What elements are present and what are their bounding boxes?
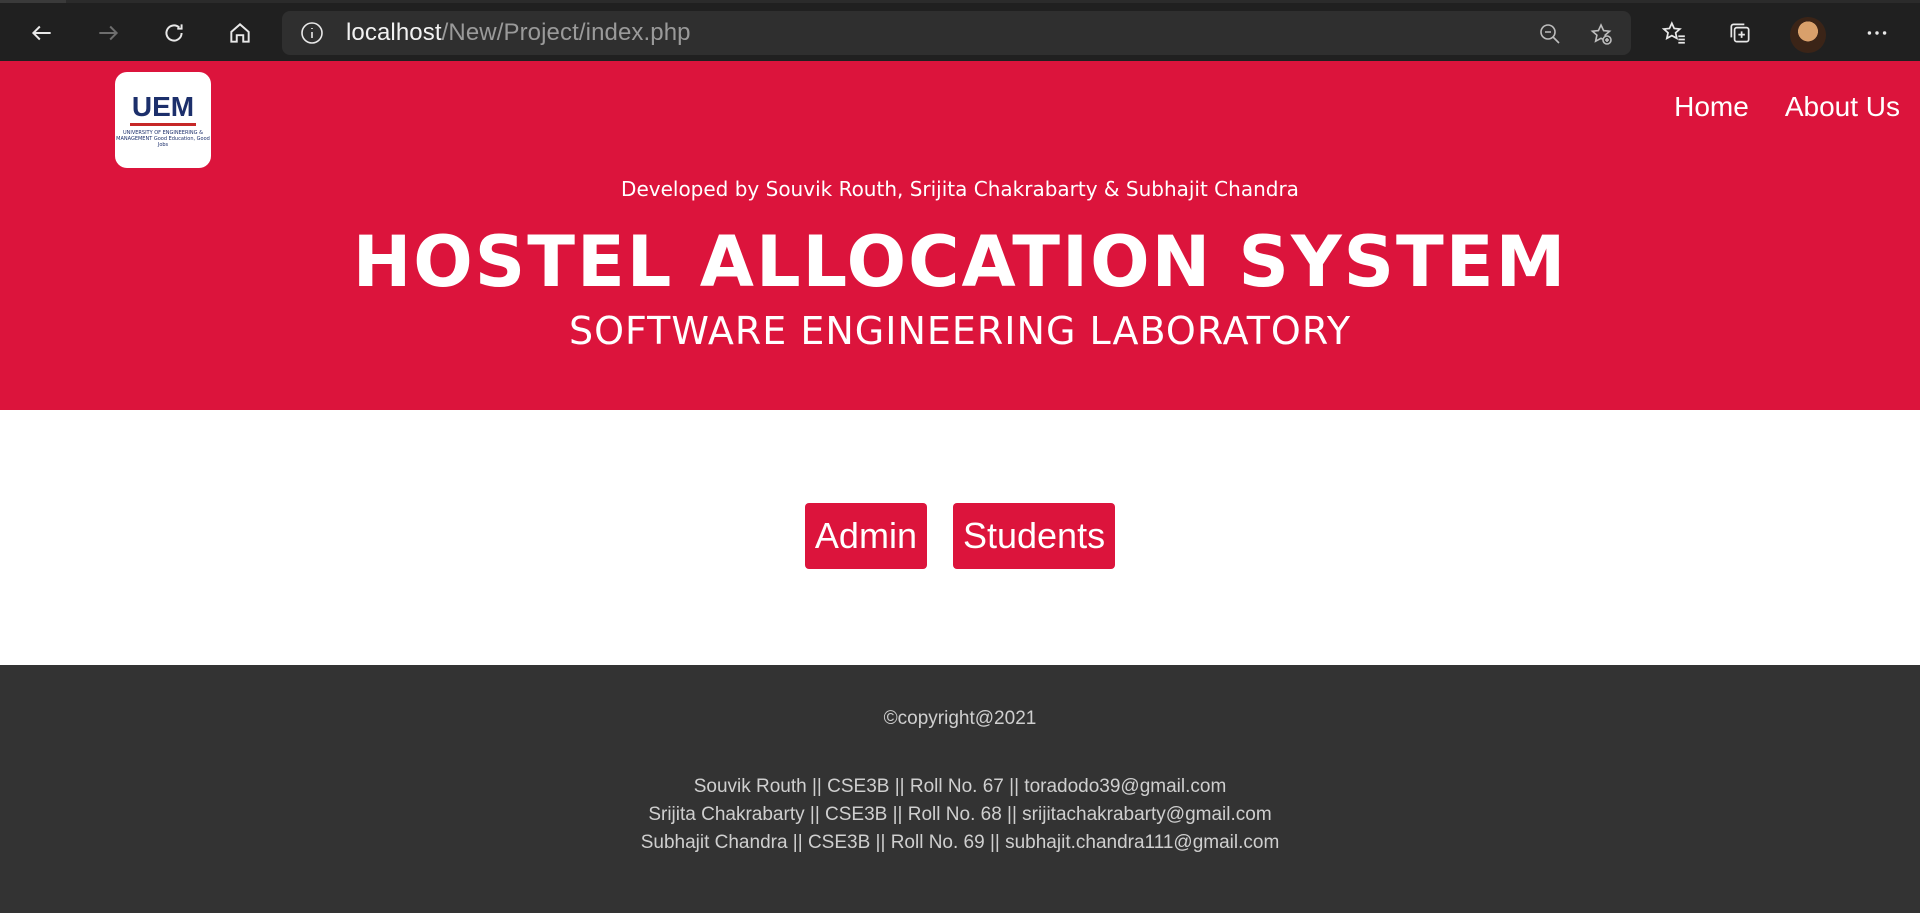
ellipsis-icon: [1867, 31, 1887, 35]
copyright-text: ©copyright@2021: [883, 708, 1037, 729]
add-favorite-icon[interactable]: [1588, 21, 1614, 47]
site-header: UEM UNIVERSITY OF ENGINEERING & MANAGEME…: [0, 61, 1920, 410]
collections-icon: [1730, 23, 1750, 43]
zoom-out-icon[interactable]: [1537, 21, 1563, 47]
arrow-right-icon: [99, 25, 119, 41]
uem-logo: UEM UNIVERSITY OF ENGINEERING & MANAGEME…: [115, 72, 211, 168]
arrow-left-icon: [31, 25, 51, 41]
main-content: Admin Students: [0, 410, 1920, 665]
back-button[interactable]: [22, 13, 62, 53]
developed-by-text: Developed by Souvik Routh, Srijita Chakr…: [621, 177, 1299, 201]
credit-line: Srijita Chakrabarty || CSE3B || Roll No.…: [648, 804, 1272, 825]
nav-about-link[interactable]: About Us: [1785, 91, 1900, 123]
site-info-icon[interactable]: [300, 21, 324, 45]
reload-button[interactable]: [154, 13, 194, 53]
nav-home-link[interactable]: Home: [1674, 91, 1749, 123]
logo-subtext: UNIVERSITY OF ENGINEERING & MANAGEMENT G…: [116, 129, 210, 148]
profile-avatar[interactable]: [1790, 17, 1826, 53]
refresh-icon: [165, 24, 183, 42]
favorites-star-icon: [1661, 21, 1685, 44]
site-footer: ©copyright@2021 Souvik Routh || CSE3B ||…: [0, 665, 1920, 913]
page-subtitle: SOFTWARE ENGINEERING LABORATORY: [568, 309, 1352, 353]
address-bar[interactable]: localhost/New/Project/index.php: [282, 11, 1631, 55]
credits: Souvik Routh || CSE3B || Roll No. 67 || …: [0, 773, 1920, 857]
top-nav: Home About Us: [1674, 91, 1900, 123]
browser-toolbar: localhost/New/Project/index.php: [0, 0, 1920, 61]
url-path: /New/Project/index.php: [441, 19, 691, 46]
home-icon: [230, 23, 250, 43]
logo-text: UEM: [129, 92, 197, 126]
home-button[interactable]: [220, 13, 260, 53]
credit-line: Subhajit Chandra || CSE3B || Roll No. 69…: [640, 832, 1280, 853]
favorites-button[interactable]: [1654, 13, 1694, 53]
admin-button[interactable]: Admin: [804, 503, 927, 569]
forward-button[interactable]: [88, 13, 128, 53]
collections-button[interactable]: [1720, 13, 1760, 53]
students-button[interactable]: Students: [952, 503, 1116, 569]
url-text[interactable]: localhost/New/Project/index.php: [346, 19, 691, 47]
tab-strip-edge: [0, 0, 66, 3]
page-title: HOSTEL ALLOCATION SYSTEM: [352, 221, 1568, 303]
credit-line: Souvik Routh || CSE3B || Roll No. 67 || …: [693, 776, 1227, 797]
url-host: localhost: [346, 19, 442, 46]
more-menu-button[interactable]: [1857, 13, 1897, 53]
role-buttons: Admin Students: [0, 503, 1920, 569]
